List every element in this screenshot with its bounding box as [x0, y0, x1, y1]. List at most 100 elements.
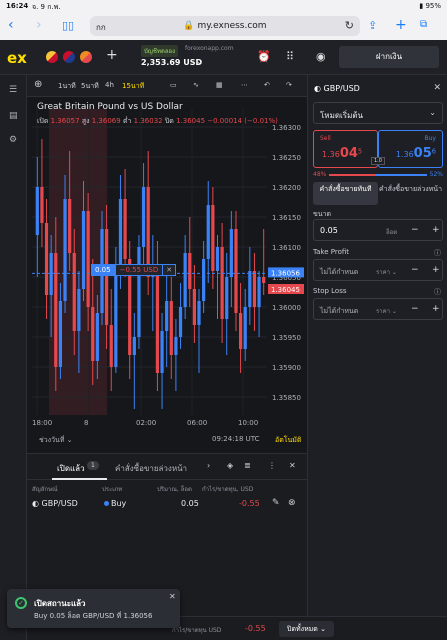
layout-icon[interactable]: ▦: [216, 81, 223, 89]
x-tick-label: 06:00: [187, 419, 207, 427]
close-position-icon[interactable]: ⊗: [288, 498, 296, 508]
dismiss-toast-icon[interactable]: ✕: [169, 592, 176, 601]
take-profit-unit[interactable]: ราคา ⌄: [376, 267, 397, 277]
url-host: 🔒 my.exness.com: [183, 21, 267, 31]
stop-loss-unit[interactable]: ราคา ⌄: [376, 306, 397, 316]
buy-price: 1.36056: [396, 146, 436, 161]
col-type: ประเภท: [102, 486, 123, 493]
volume-decrease-button[interactable]: −: [411, 225, 419, 235]
more-options-icon[interactable]: ⋮: [268, 461, 276, 470]
buy-price-big: 05: [413, 146, 432, 161]
share-icon[interactable]: ⇪: [368, 19, 377, 32]
volume-increase-button[interactable]: +: [432, 225, 440, 235]
position-pl: −0.55 USD: [114, 264, 164, 276]
market-order-tab[interactable]: คำสั่งซื้อขายทันที: [313, 182, 378, 205]
y-tick-label: 1.35850: [272, 394, 301, 402]
y-tick-label: 1.35950: [272, 334, 301, 342]
sell-price: 1.36045: [322, 146, 362, 161]
close-order-panel-icon[interactable]: ✕: [433, 83, 441, 93]
instrument-flag-icon[interactable]: [78, 49, 94, 65]
candle-body: [35, 187, 39, 235]
tab-open-positions[interactable]: เปิดแล้ว: [57, 462, 85, 475]
stop-loss-increase-button[interactable]: +: [432, 304, 440, 314]
take-profit-increase-button[interactable]: +: [432, 265, 440, 275]
take-profit-decrease-button[interactable]: −: [411, 265, 419, 275]
candle-body: [91, 307, 95, 361]
chart-type-icon[interactable]: ▭: [170, 81, 177, 89]
candle-body: [118, 199, 123, 265]
close-all-button[interactable]: ปิดทั้งหมด ⌄: [279, 621, 334, 637]
price-chart[interactable]: 1.36300 1.36250 1.36200 1.36150 1.36100 1.360…: [27, 97, 307, 450]
status-date: จ. 9 ก.พ.: [32, 3, 61, 11]
stop-loss-decrease-button[interactable]: −: [411, 304, 419, 314]
chevron-right-icon[interactable]: ›: [207, 461, 210, 470]
reload-icon[interactable]: ↻: [345, 19, 354, 32]
forward-icon[interactable]: ›: [36, 17, 42, 33]
settings-icon[interactable]: ⚙: [9, 135, 17, 145]
x-tick-label: 02:00: [136, 419, 156, 427]
timeframe-1m[interactable]: 1นาที: [58, 81, 76, 92]
volume-input[interactable]: 0.05 ล็อต − +: [313, 219, 443, 241]
candle-body: [86, 211, 90, 307]
alarm-clock-icon[interactable]: ⏰: [257, 50, 271, 63]
auto-scale-toggle[interactable]: อัตโนมัติ: [275, 435, 301, 446]
close-position-icon[interactable]: ✕: [163, 264, 177, 276]
new-tab-icon[interactable]: +: [395, 17, 407, 33]
candle-body: [104, 229, 109, 325]
chart-canvas[interactable]: 1.363001.362501.362001.361501.361001.360…: [27, 97, 307, 427]
candle-body: [220, 247, 224, 319]
sentiment-bar: 48% 52%: [313, 171, 443, 179]
stop-loss-input[interactable]: ไม่ได้กำหนด ราคา ⌄ − +: [313, 298, 443, 320]
row-pl: -0.55: [239, 499, 260, 508]
menu-icon[interactable]: ☰: [9, 85, 17, 95]
sell-button[interactable]: Sell 1.36045: [313, 130, 378, 168]
stack-icon[interactable]: ≣: [244, 461, 251, 470]
open-value: 1.36057: [50, 117, 80, 125]
stop-loss-info-icon[interactable]: ⓘ: [434, 287, 441, 297]
instrument-flag-icon[interactable]: [44, 49, 60, 65]
indicators-icon[interactable]: ∿: [193, 81, 199, 89]
timeframe-5m[interactable]: 5นาที: [81, 81, 99, 92]
tabs-icon[interactable]: ⧉: [420, 19, 427, 30]
order-panel: ◐ GBP/USD ✕ โหมดเริ่มต้น ⌄ Sell 1.36045 …: [307, 75, 447, 616]
layers-icon[interactable]: ◈: [227, 461, 233, 470]
row-volume: 0.05: [181, 499, 199, 508]
close-panel-icon[interactable]: ✕: [289, 461, 296, 470]
buy-price-sup: 6: [431, 147, 436, 156]
address-bar[interactable]: กก 🔒 my.exness.com ↻: [90, 16, 360, 36]
date-range-selector[interactable]: ช่วงวันที่ ⌄: [39, 435, 73, 446]
pending-order-tab[interactable]: คำสั่งซื้อขายล่วงหน้า: [378, 182, 443, 205]
chevron-down-icon[interactable]: ⌄: [196, 57, 203, 66]
profile-icon[interactable]: ◉: [316, 50, 326, 63]
calendar-icon[interactable]: ▤: [9, 111, 18, 121]
bookmarks-icon[interactable]: ▯▯: [62, 19, 74, 32]
take-profit-unit-text: ราคา: [376, 269, 390, 276]
order-mode-select[interactable]: โหมดเริ่มต้น ⌄: [313, 102, 443, 124]
candle-body: [238, 313, 243, 349]
timeframe-15m[interactable]: 15นาที: [122, 81, 144, 92]
take-profit-info-icon[interactable]: ⓘ: [434, 248, 441, 258]
back-icon[interactable]: ‹: [8, 17, 14, 33]
edit-position-icon[interactable]: ✎: [272, 498, 280, 508]
close-all-label: ปิดทั้งหมด: [287, 625, 318, 633]
position-line-label[interactable]: 0.05 −0.55 USD ✕: [91, 264, 177, 276]
instrument-flag-icon[interactable]: [61, 49, 77, 65]
drawing-icon[interactable]: ⋯: [241, 81, 248, 89]
add-instrument-icon[interactable]: +: [106, 47, 118, 63]
timeframe-4h[interactable]: 4h: [105, 81, 114, 89]
deposit-button[interactable]: ฝากเงิน: [339, 46, 439, 68]
candle-body: [49, 253, 53, 295]
status-time: 16:24: [6, 2, 29, 10]
take-profit-input[interactable]: ไม่ได้กำหนด ราคา ⌄ − +: [313, 259, 443, 281]
redo-icon[interactable]: ↷: [286, 81, 292, 89]
add-indicator-icon[interactable]: ⊕: [34, 79, 42, 90]
grid-menu-icon[interactable]: ⠿: [286, 50, 294, 63]
change-value: −0.00014 (−0.01%): [207, 117, 278, 125]
undo-icon[interactable]: ↶: [264, 81, 270, 89]
buy-button[interactable]: Buy 1.36056: [378, 130, 443, 168]
candle-body: [72, 253, 76, 331]
sell-sentiment: 48%: [313, 171, 327, 178]
account-balance[interactable]: 2,353.69 USD: [141, 58, 202, 67]
tab-pending-orders[interactable]: คำสั่งซื้อขายล่วงหน้า: [115, 462, 187, 475]
sentiment-sell-fill: [329, 174, 377, 176]
